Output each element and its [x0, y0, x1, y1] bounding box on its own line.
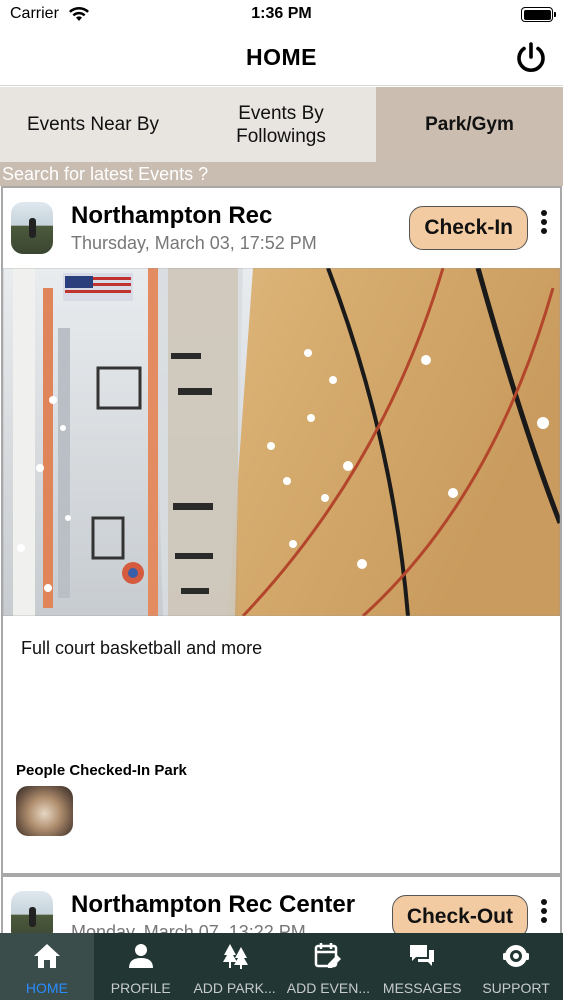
check-in-button[interactable]: Check-In: [409, 206, 528, 250]
more-options-icon[interactable]: [540, 210, 548, 236]
card-title: Northampton Rec: [71, 202, 273, 229]
tab-home[interactable]: HOME: [0, 933, 94, 1000]
tab-label: Park/Gym: [425, 114, 514, 135]
calendar-edit-icon: [315, 943, 342, 968]
avatar: [11, 891, 53, 935]
people-checked-in-label: People Checked-In Park: [16, 762, 187, 779]
tab-label: Events Near By: [27, 114, 159, 135]
clock: 1:36 PM: [251, 5, 312, 22]
card-date: Thursday, March 03, 17:52 PM: [71, 233, 317, 253]
search-input[interactable]: Search for latest Events ?: [0, 162, 563, 186]
card-title: Northampton Rec Center: [71, 891, 356, 918]
tab-profile[interactable]: PROFILE: [94, 933, 188, 1000]
tab-add-event[interactable]: ADD EVEN...: [281, 933, 375, 1000]
tab-support[interactable]: SUPPORT: [469, 933, 563, 1000]
trees-icon: [222, 944, 248, 969]
tab-label: PROFILE: [110, 980, 171, 996]
avatar: [11, 202, 53, 254]
support-icon: [503, 945, 530, 967]
page-title: HOME: [246, 44, 317, 70]
tab-label: ADD PARK...: [193, 980, 276, 996]
tab-label: Events By Followings: [236, 102, 326, 147]
chat-icon: [410, 945, 435, 966]
checked-in-user-avatar[interactable]: [16, 786, 73, 836]
tab-label: ADD EVEN...: [286, 980, 371, 996]
bottom-tab-bar: HOME PROFILE ADD PARK... ADD EVEN... MES…: [0, 933, 563, 1000]
person-icon: [128, 944, 153, 968]
status-bar: Carrier 1:36 PM: [0, 0, 563, 30]
tab-label: HOME: [25, 980, 68, 996]
tab-events-by-followings[interactable]: Events By Followings: [186, 87, 376, 162]
tab-messages[interactable]: MESSAGES: [375, 933, 469, 1000]
segment-tabs: Events Near By Events By Followings Park…: [0, 87, 563, 162]
event-card: Northampton Rec Thursday, March 03, 17:5…: [1, 186, 562, 875]
tab-label: MESSAGES: [382, 980, 462, 996]
event-description: Full court basketball and more: [21, 638, 263, 658]
battery-icon: [521, 7, 556, 22]
power-icon[interactable]: [513, 40, 549, 76]
home-icon: [33, 944, 60, 968]
more-options-icon[interactable]: [540, 899, 548, 925]
tab-add-park[interactable]: ADD PARK...: [188, 933, 282, 1000]
navigation-bar: HOME: [0, 30, 563, 86]
tab-park-gym[interactable]: Park/Gym: [376, 87, 563, 162]
card-header: Northampton Rec Center Monday, March 07,…: [3, 877, 560, 935]
card-header: Northampton Rec Thursday, March 03, 17:5…: [3, 188, 560, 268]
event-photo: [3, 268, 560, 616]
event-card: Northampton Rec Center Monday, March 07,…: [1, 875, 562, 935]
check-out-button[interactable]: Check-Out: [391, 895, 528, 935]
tab-label: SUPPORT: [482, 980, 550, 996]
tab-events-near-by[interactable]: Events Near By: [0, 87, 186, 162]
